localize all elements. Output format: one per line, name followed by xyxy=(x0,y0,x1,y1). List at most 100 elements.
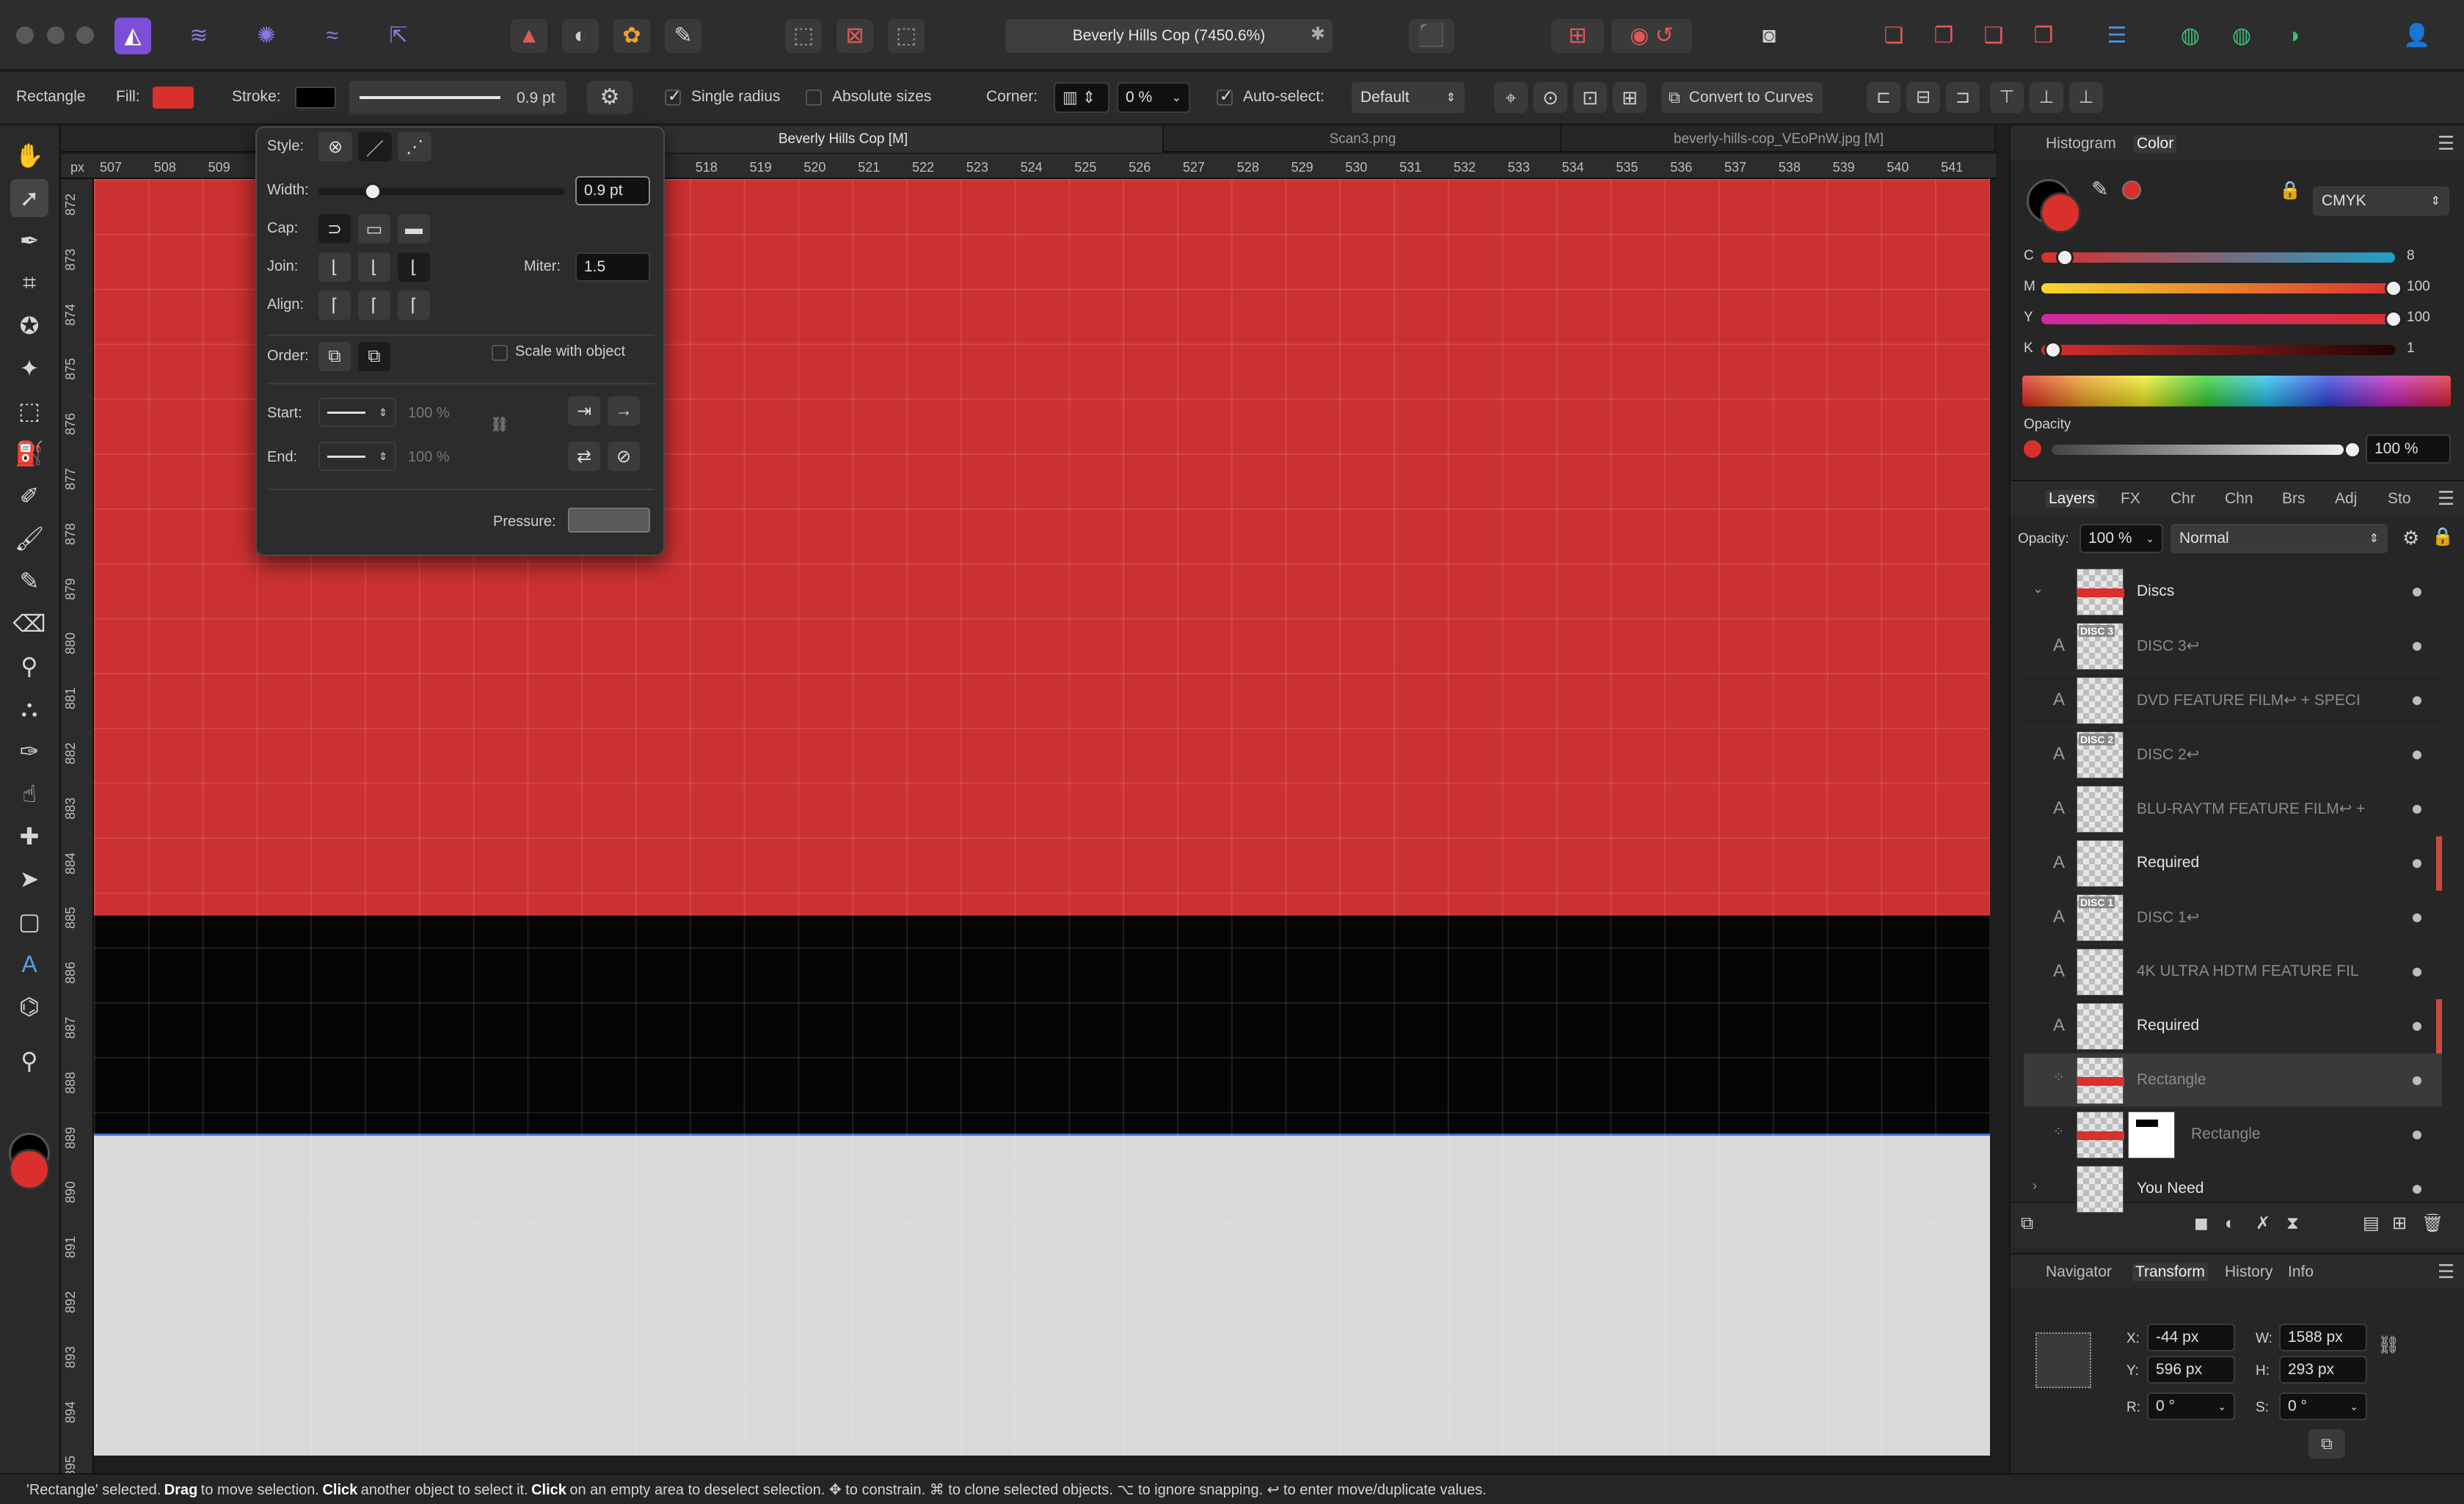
rectangle-tool-icon[interactable]: ▢ xyxy=(10,902,48,941)
width-slider[interactable] xyxy=(318,188,565,195)
chat-icon[interactable]: ◙ xyxy=(1751,19,1787,53)
studio-link-icon[interactable]: ◍ xyxy=(2172,19,2209,53)
layer-visibility-toggle[interactable] xyxy=(2413,859,2421,868)
solid-line-icon[interactable]: ／ xyxy=(358,132,392,161)
selection-marquee-icon[interactable]: ⬚ xyxy=(785,19,822,53)
width-field[interactable]: 0.9 pt xyxy=(575,176,650,205)
tab-scan3[interactable]: Scan3.png xyxy=(1165,126,1561,153)
flood-fill-tool-icon[interactable]: ⛽ xyxy=(10,434,48,472)
auto-select-checkbox[interactable] xyxy=(1217,87,1233,106)
single-radius-checkbox[interactable] xyxy=(665,87,681,106)
add-mask-icon[interactable]: ◼ xyxy=(2194,1215,2209,1233)
healing-tool-icon[interactable]: ✚ xyxy=(10,817,48,855)
align-middle-icon[interactable]: ⊥ xyxy=(2030,82,2063,113)
channel-k-knob[interactable] xyxy=(2044,341,2062,359)
tab-transform[interactable]: Transform xyxy=(2132,1263,2208,1281)
vertical-ruler[interactable]: 872 873 874 875 876 877 878 879 880 881 882 883 884 8… xyxy=(62,179,94,1478)
stroke-swatch[interactable] xyxy=(295,87,336,109)
x-field[interactable]: -44 px xyxy=(2147,1324,2235,1351)
tab-chn[interactable]: Chn xyxy=(2225,490,2253,508)
channel-c-value[interactable]: 8 xyxy=(2407,248,2415,264)
lock-icon[interactable]: 🔒 xyxy=(2279,182,2301,200)
align-icon[interactable]: ☰ xyxy=(2099,19,2135,53)
start-scale-value[interactable]: 100 % xyxy=(408,405,450,422)
star-icon[interactable]: ✱ xyxy=(1311,26,1325,43)
group-expander-icon[interactable]: › xyxy=(2033,1178,2037,1194)
r-field[interactable]: 0 ° ⌄ xyxy=(2147,1392,2235,1420)
miter-join-icon[interactable]: ⌊ xyxy=(318,252,351,282)
flood-select-tool-icon[interactable]: ✦ xyxy=(10,349,48,387)
secondary-color-swatch[interactable] xyxy=(9,1149,50,1190)
layer-visibility-toggle[interactable] xyxy=(2413,1185,2421,1194)
tab-brs[interactable]: Brs xyxy=(2282,490,2306,508)
channel-m-value[interactable]: 100 xyxy=(2407,279,2430,295)
zoom-tool-icon[interactable]: ⚲ xyxy=(10,1042,48,1080)
hand-tool-icon[interactable]: ✋ xyxy=(10,136,48,175)
tab-histogram[interactable]: Histogram xyxy=(2046,135,2116,153)
auto-contrast-icon[interactable]: ◐ xyxy=(562,19,599,53)
text-tool-icon[interactable]: A xyxy=(10,945,48,983)
panel-menu-icon[interactable]: ☰ xyxy=(2438,487,2454,510)
dashed-line-icon[interactable]: ⋰ xyxy=(398,132,431,161)
layer-row[interactable]: › You Need xyxy=(2024,1162,2442,1216)
clone-tool-icon[interactable]: ⛬ xyxy=(10,690,48,728)
end-scale-value[interactable]: 100 % xyxy=(408,449,450,466)
distribute-icon[interactable]: ⊞ xyxy=(1613,82,1647,113)
secondary-color-wheel[interactable] xyxy=(2040,192,2081,233)
channel-m-slider[interactable] xyxy=(2041,283,2395,293)
group-expander-icon[interactable]: ⌄ xyxy=(2033,581,2044,596)
mesh-warp-tool-icon[interactable]: ⌬ xyxy=(10,988,48,1026)
round-cap-icon[interactable]: ▭ xyxy=(358,214,390,244)
layer-options-icon[interactable]: ⧉ xyxy=(2021,1215,2033,1233)
layer-row[interactable]: A Required xyxy=(2024,999,2442,1054)
eyedropper-icon[interactable]: ✎ xyxy=(2091,179,2108,200)
tab-chr[interactable]: Chr xyxy=(2170,490,2195,508)
swap-arrowheads-icon[interactable]: ⇄ xyxy=(568,442,600,471)
invert-selection-icon[interactable]: ⬚ xyxy=(888,19,925,53)
width-slider-knob[interactable] xyxy=(364,183,382,200)
layer-settings-gear-icon[interactable]: ⚙ xyxy=(2402,528,2419,547)
reset-arrowheads-icon[interactable]: ⊘ xyxy=(608,442,640,471)
tab-info[interactable]: Info xyxy=(2288,1263,2314,1281)
align-top-icon[interactable]: ⊤ xyxy=(1990,82,2024,113)
tone-mapping-persona-icon[interactable]: ≈ xyxy=(314,18,351,54)
link-icon[interactable]: ⛓ xyxy=(490,415,509,434)
layer-visibility-toggle[interactable] xyxy=(2413,805,2421,814)
y-field[interactable]: 596 px xyxy=(2147,1356,2235,1384)
add-group-icon[interactable]: ▤ xyxy=(2363,1215,2380,1233)
layer-visibility-toggle[interactable] xyxy=(2413,1131,2421,1139)
anchor-selector[interactable] xyxy=(2035,1332,2091,1388)
tab-history[interactable]: History xyxy=(2225,1263,2272,1281)
delete-layer-icon[interactable]: 🗑 xyxy=(2421,1215,2443,1233)
channel-y-knob[interactable] xyxy=(2385,310,2402,328)
scale-with-object-checkbox[interactable] xyxy=(492,345,508,361)
paint-brush-tool-icon[interactable]: 🖌 xyxy=(10,519,48,558)
arrange-back-icon[interactable]: ❏ xyxy=(1876,19,1912,53)
assistant-icon[interactable]: ◉ ↺ xyxy=(1611,19,1692,53)
bevel-join-icon[interactable]: ⌊ xyxy=(398,252,430,282)
pressure-curve-control[interactable] xyxy=(568,508,650,533)
levels-icon[interactable]: ▲ xyxy=(511,19,547,53)
studio-share-icon[interactable]: ◍ xyxy=(2223,19,2260,53)
selection-brush-tool-icon[interactable]: ✪ xyxy=(10,307,48,345)
convert-to-curves-button[interactable]: ⧉ Convert to Curves xyxy=(1661,82,1823,113)
window-minimize-button[interactable] xyxy=(47,26,65,44)
panel-menu-icon[interactable]: ☰ xyxy=(2438,132,2454,155)
adjustment-icon[interactable]: ◐ xyxy=(2225,1215,2236,1233)
channel-m-knob[interactable] xyxy=(2385,280,2402,297)
transform-origin-icon[interactable]: ⌖ xyxy=(1494,82,1528,113)
black-rectangle[interactable] xyxy=(94,916,1990,1136)
gradient-tool-icon[interactable]: ✐ xyxy=(10,477,48,515)
arrange-forward-icon[interactable]: ❑ xyxy=(1975,19,2012,53)
deselect-icon[interactable]: ⊠ xyxy=(836,19,873,53)
layer-lock-icon[interactable]: 🔒 xyxy=(2432,528,2454,546)
tab-beverly-hills-cop-jpg[interactable]: beverly-hills-cop_VEoPnW.jpg [M] xyxy=(1563,126,1996,153)
aspect-link-icon[interactable]: ⛓ xyxy=(2377,1337,2399,1354)
panel-menu-icon[interactable]: ☰ xyxy=(2438,1260,2454,1283)
color-opacity-slider[interactable] xyxy=(2052,445,2344,455)
layer-row[interactable]: A DVD FEATURE FILM↩ + SPECI xyxy=(2024,673,2442,728)
smudge-tool-icon[interactable]: ☝ xyxy=(10,775,48,813)
color-model-dropdown[interactable]: CMYK ⇕ xyxy=(2313,186,2449,216)
miter-field[interactable]: 1.5 xyxy=(575,252,650,282)
layer-visibility-toggle[interactable] xyxy=(2413,696,2421,705)
